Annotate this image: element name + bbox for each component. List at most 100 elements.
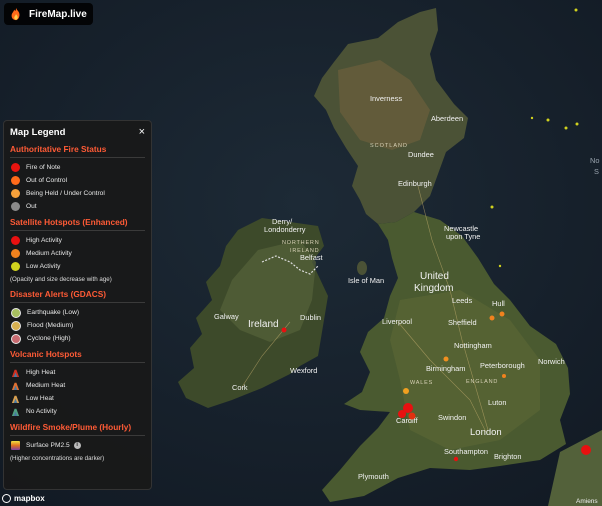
label-norwich: Norwich [538, 357, 565, 366]
label-luton: Luton [488, 398, 507, 407]
label-dublin: Dublin [300, 313, 321, 322]
hotspot-low[interactable] [574, 8, 578, 12]
label-leeds: Leeds [452, 296, 472, 305]
hotspot-low[interactable] [498, 264, 502, 268]
label-sheffield: Sheffield [448, 318, 477, 327]
hotspot-high[interactable] [581, 445, 591, 455]
label-edge-2: S [594, 167, 599, 176]
dot-icon [11, 202, 20, 211]
legend-item: No Activity [10, 405, 145, 418]
legend-item: High Heat [10, 366, 145, 379]
mapbox-attribution[interactable]: mapbox [2, 494, 45, 503]
label-northern: NORTHERN [282, 240, 319, 246]
label-scotland: SCOTLAND [370, 143, 408, 149]
legend-item: Fire of Note [10, 161, 145, 174]
section-hotspots: Satellite Hotspots (Enhanced) [10, 217, 145, 231]
flood-icon [11, 320, 21, 331]
label-dundee: Dundee [408, 150, 434, 159]
close-icon[interactable]: × [139, 127, 145, 138]
info-icon[interactable]: i [73, 442, 81, 449]
hotspot-low[interactable] [490, 205, 494, 209]
label-nottingham: Nottingham [454, 341, 492, 350]
label-england: ENGLAND [466, 379, 498, 385]
legend-item: High Activity [10, 234, 145, 247]
flame-icon [8, 6, 24, 22]
label-aberdeen: Aberdeen [431, 114, 463, 123]
hotspot-high[interactable] [281, 327, 287, 333]
dot-icon [11, 189, 20, 198]
hotspot-high[interactable] [408, 412, 416, 420]
hotspot-low[interactable] [546, 118, 550, 122]
legend-item: Flood (Medium) [10, 319, 145, 332]
legend-item: Low Heat [10, 392, 145, 405]
section-gdacs: Disaster Alerts (GDACS) [10, 289, 145, 303]
legend-item: Medium Activity [10, 247, 145, 260]
label-galway: Galway [214, 312, 239, 321]
mapbox-logo-icon [2, 494, 11, 503]
volcano-icon [11, 382, 20, 390]
legend-item: Cyclone (High) [10, 332, 145, 345]
hotspot-medium[interactable] [502, 374, 506, 378]
label-uk-2: Kingdom [414, 283, 453, 294]
legend-title: Map Legend [10, 127, 66, 138]
label-londonderry: Londonderry [264, 225, 306, 234]
hotspot-low[interactable] [564, 126, 568, 130]
label-swindon: Swindon [438, 413, 466, 422]
dot-icon [11, 262, 20, 271]
label-ireland: Ireland [248, 319, 279, 330]
volcano-icon [11, 408, 20, 416]
volcano-icon [11, 369, 20, 377]
label-hull: Hull [492, 299, 505, 308]
label-belfast: Belfast [300, 253, 323, 262]
label-liverpool: Liverpool [382, 317, 412, 326]
label-birmingham: Birmingham [426, 364, 465, 373]
legend-item: Earthquake (Low) [10, 306, 145, 319]
pm25-gradient-icon [11, 441, 20, 450]
cyclone-icon [11, 333, 21, 344]
label-inverness: Inverness [370, 94, 402, 103]
map-legend: Map Legend × Authoritative Fire Status F… [3, 120, 152, 490]
hotspot-low[interactable] [575, 122, 579, 126]
section-smoke: Wildfire Smoke/Plume (Hourly) [10, 422, 145, 436]
dot-icon [11, 236, 20, 245]
hotspot-medium[interactable] [489, 315, 495, 321]
label-isle-of-man: Isle of Man [348, 276, 384, 285]
label-uk-1: United [420, 271, 449, 282]
dot-icon [11, 163, 20, 172]
dot-icon [11, 249, 20, 258]
earthquake-icon [11, 307, 21, 318]
label-amiens: Amiens [576, 498, 598, 505]
label-brighton: Brighton [494, 452, 522, 461]
label-southampton: Southampton [444, 447, 488, 456]
hotspot-low[interactable] [530, 116, 534, 120]
label-newcastle-2: upon Tyne [446, 232, 480, 241]
label-edinburgh: Edinburgh [398, 179, 432, 188]
label-london: London [470, 427, 502, 438]
legend-item: Surface PM2.5 i [10, 439, 145, 452]
legend-item: Being Held / Under Control [10, 187, 145, 200]
dot-icon [11, 176, 20, 185]
legend-item: Out [10, 200, 145, 213]
hotspot-medium[interactable] [499, 311, 505, 317]
hotspot-high[interactable] [398, 410, 406, 418]
mapbox-text: mapbox [14, 494, 45, 503]
label-peterborough: Peterborough [480, 361, 525, 370]
legend-item: Out of Control [10, 174, 145, 187]
legend-item: Medium Heat [10, 379, 145, 392]
legend-note: (Higher concentrations are darker) [10, 454, 105, 462]
label-wexford: Wexford [290, 366, 317, 375]
app-title: FireMap.live [29, 8, 87, 20]
label-plymouth: Plymouth [358, 472, 389, 481]
legend-item: Low Activity [10, 260, 145, 273]
hotspot-medium[interactable] [403, 388, 409, 394]
section-volcanic: Volcanic Hotspots [10, 349, 145, 363]
label-edge-1: No [590, 156, 599, 165]
hotspot-medium[interactable] [443, 356, 449, 362]
legend-note: (Opacity and size decrease with age) [10, 275, 112, 283]
hotspot-high[interactable] [453, 456, 459, 462]
brand-logo[interactable]: FireMap.live [4, 3, 93, 25]
volcano-icon [11, 395, 20, 403]
label-cork: Cork [232, 383, 248, 392]
section-fire-status: Authoritative Fire Status [10, 144, 145, 158]
label-wales: WALES [410, 380, 433, 386]
